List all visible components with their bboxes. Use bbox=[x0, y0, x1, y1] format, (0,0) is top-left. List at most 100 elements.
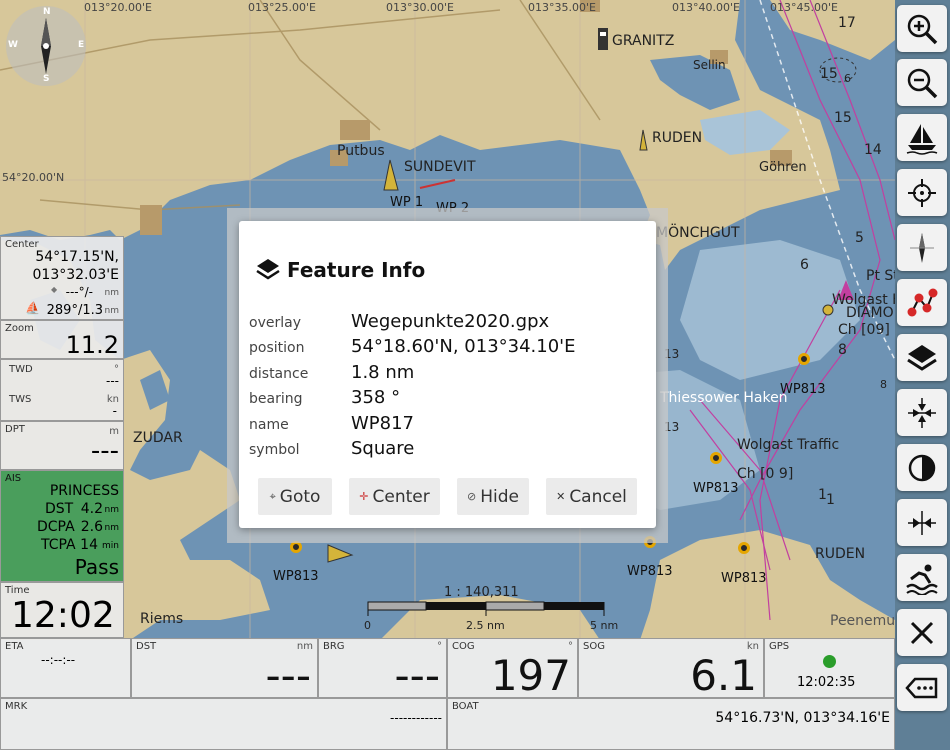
goto-button[interactable]: ⌖ Goto bbox=[258, 478, 332, 515]
waypoint-marker[interactable] bbox=[738, 542, 750, 554]
compress-icon bbox=[908, 397, 936, 428]
waypoint-marker[interactable] bbox=[710, 452, 722, 464]
waypoint-label: WP813 bbox=[693, 481, 739, 496]
back-button[interactable] bbox=[897, 664, 947, 711]
depth-sounding: 15 bbox=[820, 66, 838, 82]
contrast-icon bbox=[908, 454, 936, 481]
place-label: Sellin bbox=[693, 58, 726, 72]
eta-value: --:--:-- bbox=[41, 653, 76, 667]
ais-tcpa-unit: min bbox=[102, 541, 119, 551]
center-button[interactable]: ✛ Center bbox=[349, 478, 440, 515]
depth-sounding: 6 bbox=[800, 257, 809, 273]
man-overboard-button[interactable] bbox=[897, 554, 947, 601]
center-course: ---°/- bbox=[65, 285, 93, 299]
ais-dst-value: 4.2 bbox=[80, 501, 103, 517]
center-gps-button[interactable] bbox=[897, 169, 947, 216]
anchor-watch-button[interactable] bbox=[897, 499, 947, 546]
zoom-in-button[interactable] bbox=[897, 5, 947, 52]
compass-s: S bbox=[43, 74, 50, 84]
ais-dst-caption: DST bbox=[45, 501, 74, 517]
fullscreen-button[interactable] bbox=[897, 389, 947, 436]
grid-label: 013°40.00'E bbox=[672, 1, 740, 14]
ais-tcpa-caption: TCPA bbox=[41, 537, 76, 553]
gps-widget[interactable]: GPS 12:02:35 bbox=[764, 638, 895, 698]
hide-button[interactable]: ⊘ Hide bbox=[457, 478, 529, 515]
depth-widget[interactable]: DPT m --- bbox=[0, 421, 124, 470]
route-button[interactable] bbox=[897, 279, 947, 326]
compass-e: E bbox=[78, 40, 85, 50]
info-key: symbol bbox=[249, 442, 300, 458]
close-icon: ✕ bbox=[556, 490, 566, 503]
info-value: 54°18.60'N, 013°34.10'E bbox=[351, 336, 576, 357]
sog-widget[interactable]: SOG kn 6.1 bbox=[578, 638, 764, 698]
sog-caption: SOG bbox=[583, 641, 605, 652]
twd-caption: TWD bbox=[9, 364, 33, 375]
eta-caption: ETA bbox=[5, 641, 24, 652]
time-value: 12:02 bbox=[11, 595, 115, 636]
boat-lock-button[interactable] bbox=[897, 114, 947, 161]
info-value: 1.8 nm bbox=[351, 362, 415, 383]
place-label: Pt St bbox=[866, 268, 895, 284]
time-widget[interactable]: Time 12:02 bbox=[0, 582, 124, 638]
mrk-widget[interactable]: MRK ------------ bbox=[0, 698, 447, 750]
grid-label: 013°35.00'E bbox=[528, 1, 596, 14]
north-up-button[interactable] bbox=[897, 224, 947, 271]
info-value: Wegepunkte2020.gpx bbox=[351, 311, 550, 332]
grid-label: 54°20.00'N bbox=[2, 171, 65, 184]
anchor-watch-icon bbox=[908, 510, 936, 535]
place-label: ZUDAR bbox=[133, 430, 183, 446]
goto-label: Goto bbox=[279, 486, 321, 507]
ais-tcpa-value: 14 bbox=[80, 537, 98, 553]
close-icon bbox=[910, 621, 934, 644]
ais-dst-unit: nm bbox=[104, 505, 119, 515]
waypoint-marker[interactable] bbox=[798, 353, 810, 365]
center-label: Center bbox=[372, 486, 430, 507]
layers-icon bbox=[256, 259, 280, 280]
tws-value: - bbox=[112, 404, 117, 418]
ais-dcpa-value: 2.6 bbox=[80, 519, 103, 535]
info-row-position: position 54°18.60'N, 013°34.10'E bbox=[249, 336, 649, 360]
twd-value: --- bbox=[106, 374, 119, 388]
center-widget[interactable]: Center 54°17.15'N, 013°32.03'E ◆ ---°/- … bbox=[0, 236, 124, 320]
close-button[interactable] bbox=[897, 609, 947, 656]
place-label: DIAMO bbox=[846, 305, 894, 321]
cancel-label: Cancel bbox=[569, 486, 627, 507]
brg-widget[interactable]: BRG ° --- bbox=[318, 638, 447, 698]
eta-widget[interactable]: ETA --:--:-- bbox=[0, 638, 131, 698]
place-label: Peenemu bbox=[830, 613, 895, 629]
info-value: WP817 bbox=[351, 413, 415, 434]
ais-widget[interactable]: AIS PRINCESS DST 4.2 nm DCPA 2.6 nm TCPA… bbox=[0, 470, 124, 582]
gps-status-icon bbox=[823, 655, 836, 668]
toolbar bbox=[895, 0, 950, 750]
info-value: 358 ° bbox=[351, 387, 401, 408]
compass-icon bbox=[910, 232, 934, 263]
zoom-out-icon bbox=[907, 68, 938, 98]
compass-n: N bbox=[43, 7, 51, 17]
layers-button[interactable] bbox=[897, 334, 947, 381]
cancel-button[interactable]: ✕ Cancel bbox=[546, 478, 637, 515]
zoom-value: 11.2 bbox=[65, 331, 119, 359]
cog-widget[interactable]: COG ° 197 bbox=[447, 638, 578, 698]
dst-value: --- bbox=[265, 651, 311, 700]
center-lon: 013°32.03'E bbox=[32, 267, 120, 283]
compass-rose[interactable]: N E W S bbox=[6, 6, 86, 86]
zoom-out-button[interactable] bbox=[897, 59, 947, 106]
info-row-bearing: bearing 358 ° bbox=[249, 387, 649, 411]
scale-ratio: 1 : 140,311 bbox=[444, 585, 519, 600]
info-row-distance: distance 1.8 nm bbox=[249, 362, 649, 386]
wind-widget[interactable]: TWD ° --- TWS kn - bbox=[0, 359, 124, 421]
boat-small-icon: ⛵ bbox=[25, 301, 40, 315]
night-mode-button[interactable] bbox=[897, 444, 947, 491]
zoom-widget[interactable]: Zoom 11.2 bbox=[0, 320, 124, 359]
ais-status: Pass bbox=[74, 555, 119, 579]
place-label: Ch [09] bbox=[838, 322, 890, 338]
sog-value: 6.1 bbox=[690, 651, 757, 700]
boat-widget[interactable]: BOAT 54°16.73'N, 013°34.16'E bbox=[447, 698, 895, 750]
mrk-value: ------------ bbox=[390, 711, 442, 725]
feature-info-dialog: Feature Info overlay Wegepunkte2020.gpx … bbox=[239, 221, 656, 528]
gps-caption: GPS bbox=[769, 641, 790, 652]
compass-w: W bbox=[8, 40, 18, 50]
waypoint-label: WP813 bbox=[273, 569, 319, 584]
dst-widget[interactable]: DST nm --- bbox=[131, 638, 318, 698]
man-overboard-icon bbox=[906, 564, 938, 595]
